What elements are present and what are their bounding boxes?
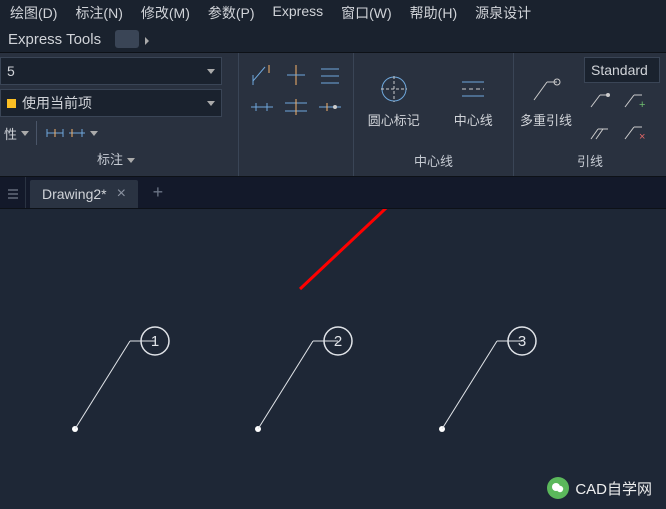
dim-style-dropdown[interactable]: 使用当前项 — [0, 89, 222, 117]
leader-collect-icon[interactable] — [586, 119, 614, 145]
svg-text:+: + — [639, 99, 645, 111]
menu-param[interactable]: 参数(P) — [208, 3, 255, 23]
panel-dim-label[interactable]: 标注 — [0, 145, 232, 174]
menu-window[interactable]: 窗口(W) — [341, 3, 392, 23]
dim-prop-label: 性 — [4, 124, 17, 143]
panel-dimension: 5 使用当前项 性 标注 — [0, 53, 238, 176]
menu-yuanquan[interactable]: 源泉设计 — [475, 3, 531, 23]
menu-bar: 绘图(D) 标注(N) 修改(M) 参数(P) Express 窗口(W) 帮助… — [0, 0, 666, 26]
dim-icon-5[interactable] — [281, 93, 311, 121]
leader-style-dropdown[interactable]: Standard — [584, 57, 660, 83]
file-tabs: Drawing2* × + — [0, 177, 666, 209]
panel-centerline: 圆心标记 中心线 中心线 — [353, 53, 513, 176]
express-tools-tab[interactable]: Express Tools — [8, 31, 101, 48]
panel-leader-label: 引线 — [514, 147, 666, 176]
leader-number-3: 3 — [518, 333, 526, 350]
dim-continue-icon[interactable] — [66, 122, 88, 144]
chevron-down-icon — [207, 101, 215, 106]
menu-modify[interactable]: 修改(M) — [141, 3, 190, 23]
tab-home-button[interactable] — [0, 177, 26, 208]
leader-number-1: 1 — [151, 333, 159, 350]
circle-mark-button[interactable]: 圆心标记 — [354, 53, 434, 147]
ribbon: 5 使用当前项 性 标注 — [0, 53, 666, 177]
menu-draw[interactable]: 绘图(D) — [10, 3, 57, 23]
leader-add-plus-icon[interactable]: + — [620, 87, 648, 113]
dim-icon-2[interactable] — [281, 61, 311, 89]
wechat-icon — [547, 477, 569, 499]
chevron-down-icon — [21, 131, 29, 136]
drawing-content: 1 2 3 — [0, 209, 666, 509]
file-tab-label: Drawing2* — [42, 186, 107, 202]
dim-icon-3[interactable] — [315, 61, 345, 89]
panel-leader: 多重引线 Standard + × 引线 — [513, 53, 666, 176]
dim-style-value: 使用当前项 — [22, 93, 92, 113]
center-line-button[interactable]: 中心线 — [434, 53, 514, 147]
dim-properties-row: 性 — [0, 121, 232, 145]
dim-scale-value: 5 — [7, 63, 15, 79]
dim-icon-6[interactable] — [315, 93, 345, 121]
menu-express[interactable]: Express — [273, 3, 324, 23]
chevron-down-icon — [90, 131, 98, 136]
panel-dim-icons — [238, 53, 353, 176]
file-tab-active[interactable]: Drawing2* × — [30, 180, 138, 208]
dim-icon-1[interactable] — [247, 61, 277, 89]
watermark: CAD自学网 — [547, 477, 652, 499]
menu-dim[interactable]: 标注(N) — [75, 3, 122, 23]
leader-add-icon[interactable] — [586, 87, 614, 113]
new-tab-button[interactable]: + — [146, 181, 170, 205]
style-swatch-icon — [7, 99, 16, 108]
watermark-text: CAD自学网 — [575, 478, 652, 499]
multileader-button[interactable]: 多重引线 — [514, 53, 578, 147]
svg-text:×: × — [639, 131, 645, 143]
close-icon[interactable]: × — [117, 185, 126, 203]
layer-dropdown-button[interactable] — [115, 30, 139, 48]
dim-scale-dropdown[interactable]: 5 — [0, 57, 222, 85]
leader-number-2: 2 — [334, 333, 342, 350]
leader-remove-icon[interactable]: × — [620, 119, 648, 145]
drawing-canvas[interactable]: 1 2 3 CAD自学网 — [0, 209, 666, 509]
dim-linear-icon[interactable] — [44, 122, 66, 144]
panel-center-label: 中心线 — [354, 147, 513, 176]
menu-help[interactable]: 帮助(H) — [410, 3, 457, 23]
dim-icon-4[interactable] — [247, 93, 277, 121]
quick-access-row: Express Tools — [0, 26, 666, 53]
chevron-down-icon — [207, 69, 215, 74]
